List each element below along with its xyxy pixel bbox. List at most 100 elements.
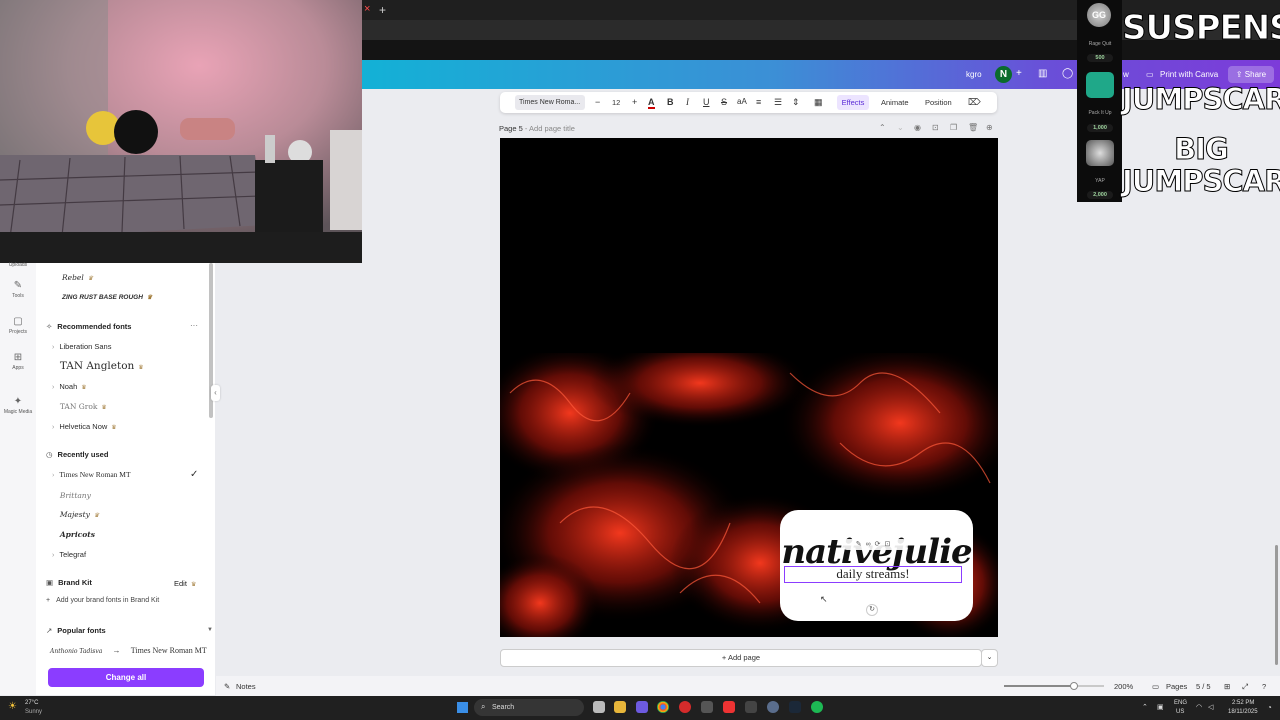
duplicate-page-icon[interactable]: ❐ [950, 123, 957, 132]
brand-kit-edit-link[interactable]: Edit ♛ [174, 579, 196, 588]
underline-icon[interactable]: U [703, 97, 710, 107]
lock-element-icon[interactable]: ⊡ [884, 541, 894, 548]
font-item-helvetica-now[interactable]: › Helvetica Now ♛ [52, 422, 117, 431]
lock-icon[interactable]: ⊡ [932, 123, 939, 132]
chevron-right-icon[interactable]: › [52, 384, 54, 391]
zoom-slider-handle[interactable] [1070, 682, 1078, 690]
link-icon[interactable]: ∞ [866, 541, 875, 548]
invite-button[interactable]: + [1016, 68, 1022, 79]
notes-button[interactable]: Notes [236, 682, 256, 691]
close-tab-icon[interactable]: × [364, 4, 374, 15]
collapse-panel-button[interactable]: ‹ [211, 385, 220, 401]
clock-time[interactable]: 2:52 PM [1232, 700, 1254, 706]
app-icon[interactable] [701, 701, 713, 713]
rail-magic-media[interactable]: ✦ Magic Media [0, 396, 36, 415]
fullscreen-icon[interactable]: ⤢ [1242, 682, 1248, 692]
opera-icon[interactable] [679, 701, 691, 713]
chevron-up-icon[interactable]: ⌃ [879, 123, 886, 132]
increase-size-button[interactable]: + [632, 97, 637, 107]
taskbar-search[interactable]: Search [474, 699, 584, 716]
selection-quick-actions[interactable]: ✎∞⟳⊡ [842, 539, 908, 550]
chevron-down-icon[interactable]: ▼ [207, 627, 213, 633]
font-item-times-new-roman-mt[interactable]: › Times New Roman MT [52, 470, 131, 479]
tray-app-icon[interactable]: ▣ [1157, 703, 1164, 711]
weather-temp[interactable]: 27°C [25, 700, 38, 706]
rotate-handle[interactable]: ↻ [866, 604, 878, 616]
font-item-zing-rust[interactable]: ZING RUST BASE ROUGH ♛ [62, 294, 152, 301]
chevron-right-icon[interactable]: › [52, 471, 54, 479]
selected-text-box[interactable]: daily streams! [784, 566, 962, 583]
chevron-right-icon[interactable]: › [52, 424, 54, 431]
rail-projects[interactable]: ▢ Projects [0, 316, 36, 335]
language-indicator[interactable]: ENG [1174, 700, 1187, 706]
volume-icon[interactable]: ◁ [1208, 703, 1213, 711]
new-tab-button[interactable]: + [379, 3, 386, 17]
add-page-menu-button[interactable]: ⌄ [981, 649, 998, 667]
paint-format-icon[interactable]: ⌦ [968, 97, 981, 108]
task-view-icon[interactable] [593, 701, 605, 713]
add-page-button[interactable]: + Add page [500, 649, 982, 667]
rail-uploads[interactable]: Uploads [0, 262, 36, 268]
present-button-partial[interactable]: w [1123, 70, 1129, 79]
delete-page-icon[interactable]: 🗑 [968, 123, 978, 132]
font-item-noah[interactable]: › Noah ♛ [52, 382, 87, 391]
add-page-icon[interactable]: ⊕ [986, 123, 993, 132]
strikethrough-icon[interactable]: S [721, 97, 727, 107]
chrome-icon[interactable] [657, 701, 669, 713]
steam-icon[interactable] [789, 701, 801, 713]
chevron-down-icon[interactable]: ⌄ [897, 123, 904, 132]
print-with-canva-button[interactable]: Print with Canva [1160, 70, 1218, 79]
font-item-rebel[interactable]: Rebel ♛ [62, 273, 93, 282]
font-item-apricots[interactable]: ›Apricots [52, 530, 95, 539]
settings-icon[interactable] [767, 701, 779, 713]
text-color-icon[interactable]: A [648, 97, 655, 109]
spacing-icon[interactable]: ⇕ [792, 97, 800, 108]
font-item-majesty[interactable]: ›Majesty♛ [52, 510, 99, 519]
grid-view-icon[interactable]: ⊞ [1224, 682, 1230, 691]
add-brand-fonts-link[interactable]: + Add your brand fonts in Brand Kit [46, 597, 159, 604]
font-family-select[interactable]: Times New Roma... [515, 95, 585, 110]
decrease-size-button[interactable]: − [595, 97, 600, 107]
analytics-icon[interactable]: ▥ [1038, 68, 1047, 79]
windows-start-icon[interactable] [457, 702, 468, 713]
editor-scrollbar[interactable] [1275, 545, 1278, 665]
hide-page-icon[interactable]: ◉ [914, 123, 921, 132]
font-item-tan-angleton[interactable]: ›TAN Angleton♛ [52, 360, 144, 372]
app-icon[interactable] [723, 701, 735, 713]
more-options-icon[interactable]: ··· [190, 321, 198, 330]
italic-icon[interactable]: I [686, 97, 689, 107]
chevron-right-icon[interactable]: › [52, 552, 54, 559]
position-button[interactable]: Position [925, 98, 952, 107]
align-icon[interactable]: ≡ [756, 97, 761, 107]
notification-bell-icon[interactable]: ◔ [1267, 703, 1272, 712]
animate-button[interactable]: Animate [881, 98, 909, 107]
list-icon[interactable]: ☰ [774, 97, 782, 108]
file-explorer-icon[interactable] [614, 701, 626, 713]
font-item-brittany[interactable]: ›Brittany [52, 491, 91, 500]
transparency-icon[interactable]: ▦ [814, 97, 823, 108]
bold-icon[interactable]: B [667, 97, 674, 107]
tray-chevron-icon[interactable]: ⌃ [1142, 703, 1148, 711]
wifi-icon[interactable]: ◠ [1196, 703, 1202, 711]
font-item-telegraf[interactable]: › Telegraf [52, 550, 86, 559]
app-icon[interactable] [745, 701, 757, 713]
page-title[interactable]: Page 5 - Add page title [499, 124, 575, 133]
copy-icon[interactable]: ⟳ [875, 541, 885, 548]
spotify-icon[interactable] [811, 701, 823, 713]
magic-edit-icon[interactable]: ✎ [856, 541, 866, 548]
change-all-button[interactable]: Change all [48, 668, 204, 687]
avatar[interactable]: N [995, 66, 1012, 83]
font-size-input[interactable]: 12 [612, 98, 620, 107]
chevron-right-icon[interactable]: › [52, 344, 54, 351]
share-button[interactable]: ⇪ Share [1228, 66, 1274, 83]
effects-button[interactable]: Effects [837, 95, 869, 110]
letter-case-icon[interactable]: aA [737, 97, 747, 106]
teams-icon[interactable] [636, 701, 648, 713]
zoom-level[interactable]: 200% [1114, 682, 1133, 691]
font-item-liberation-sans[interactable]: › Liberation Sans [52, 342, 111, 351]
comment-icon[interactable]: ◯ [1062, 68, 1073, 79]
font-item-tan-grok[interactable]: ›TAN Grok♛ [52, 402, 107, 411]
rail-tools[interactable]: ✎ Tools [0, 280, 36, 299]
pages-button[interactable]: Pages [1166, 682, 1187, 691]
help-icon[interactable]: ? [1262, 682, 1266, 691]
